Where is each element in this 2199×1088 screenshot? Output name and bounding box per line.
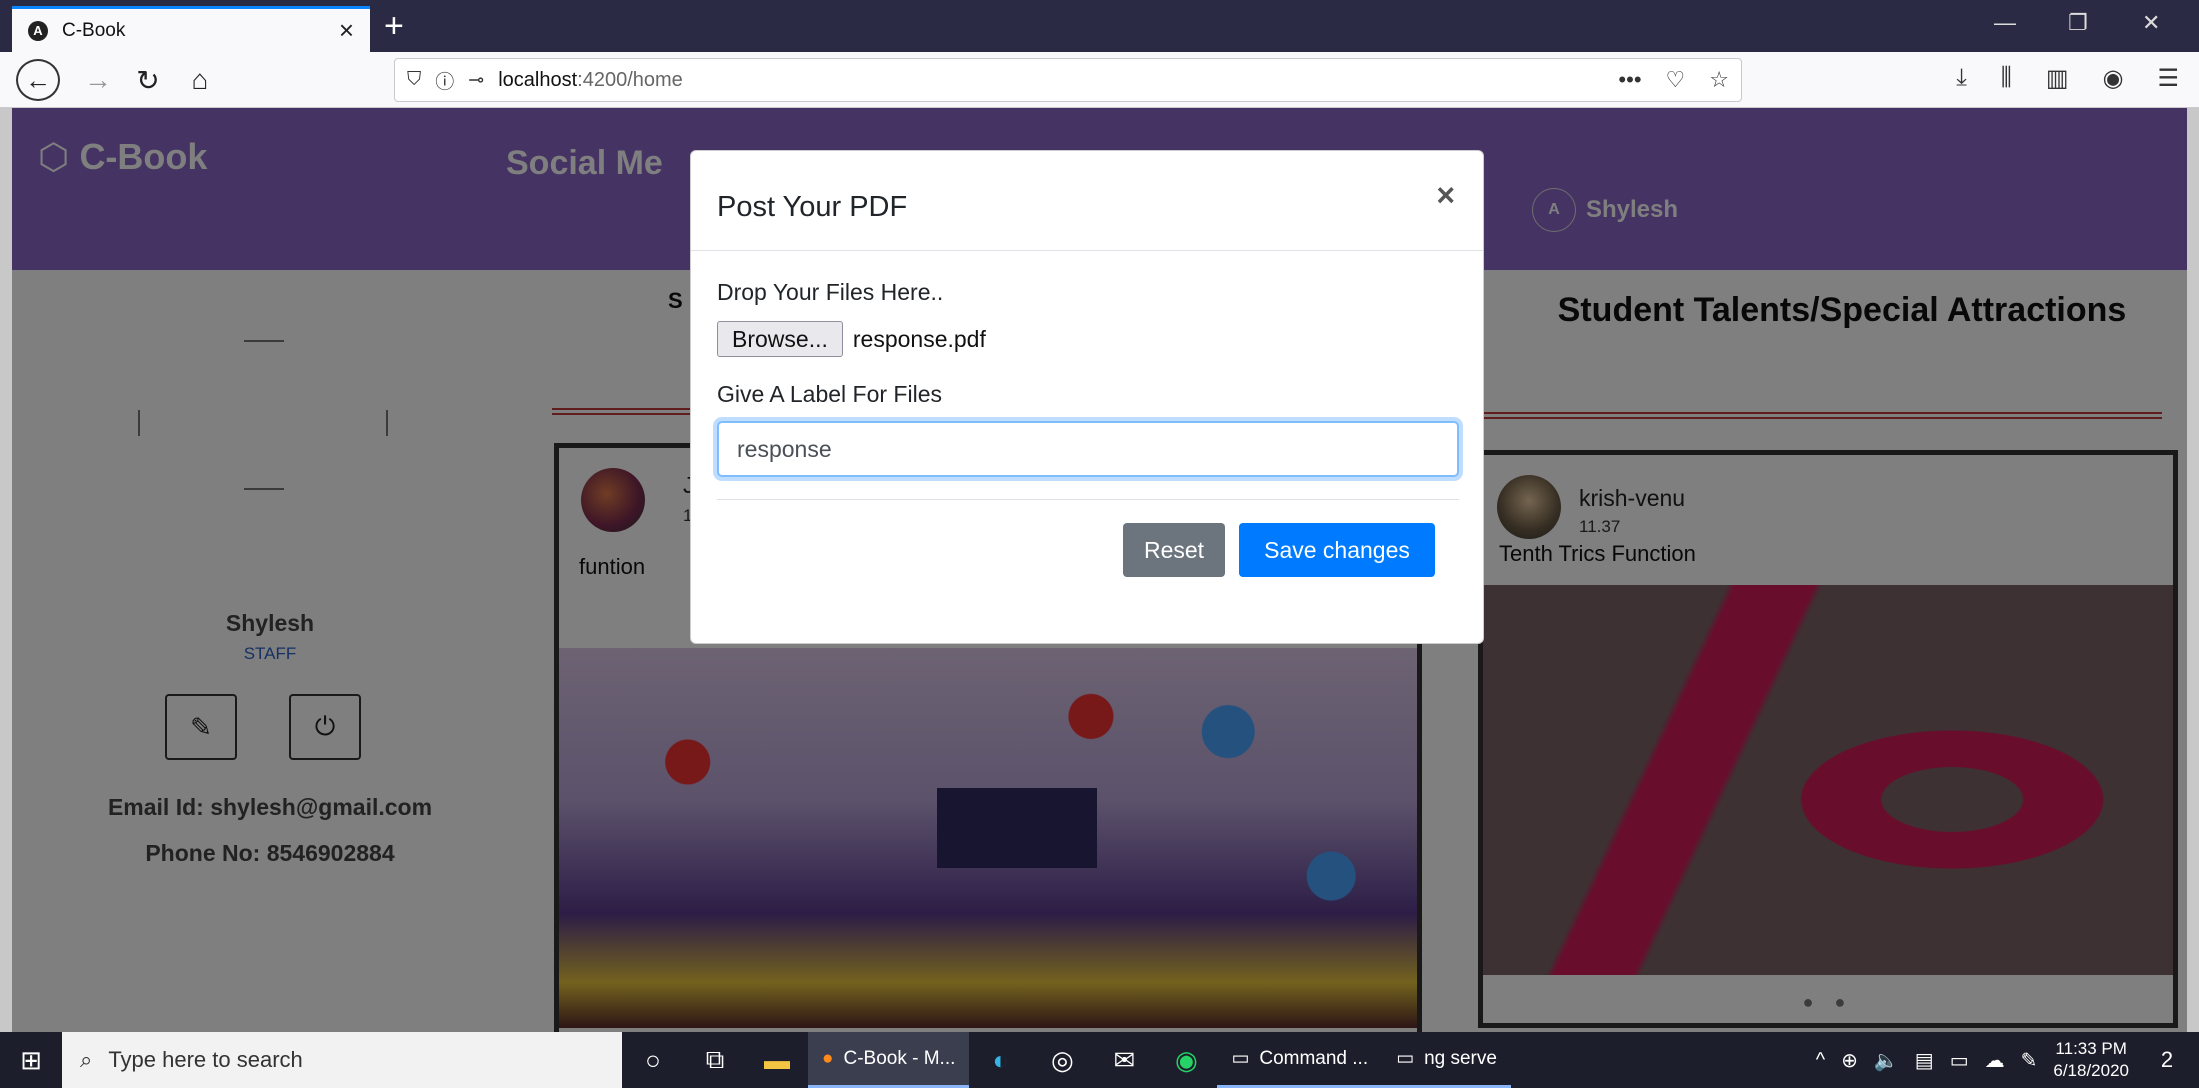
window-restore-button[interactable]: ❐: [2068, 10, 2088, 36]
taskbar-search-placeholder: Type here to search: [108, 1047, 303, 1072]
whatsapp-icon[interactable]: ◉: [1155, 1032, 1217, 1088]
window-minimize-button[interactable]: —: [1994, 10, 2016, 36]
chrome-icon[interactable]: ◎: [1031, 1032, 1093, 1088]
hamburger-menu-icon[interactable]: ☰: [2157, 64, 2179, 93]
tracking-shield-icon[interactable]: ⛉: [407, 69, 421, 91]
cortana-icon[interactable]: ○: [622, 1032, 684, 1088]
file-explorer-icon[interactable]: ▬: [746, 1032, 808, 1088]
sidebar-toggle-icon[interactable]: ▥: [2046, 64, 2069, 93]
save-changes-button[interactable]: Save changes: [1239, 523, 1435, 577]
new-tab-button[interactable]: +: [384, 6, 404, 46]
file-input[interactable]: Browse... response.pdf: [717, 321, 986, 357]
command-prompt-icon: ▭: [1231, 1048, 1250, 1069]
volume-icon[interactable]: 🔈: [1874, 1048, 1899, 1073]
windows-start-icon[interactable]: ⊞: [0, 1032, 62, 1088]
url-host: localhost: [498, 68, 578, 91]
task-view-icon[interactable]: ⧉: [684, 1032, 746, 1088]
modal-title: Post Your PDF: [717, 191, 908, 223]
library-icon[interactable]: ⫼: [2001, 64, 2012, 93]
drop-files-label: Drop Your Files Here..: [717, 279, 944, 305]
window-close-button[interactable]: ✕: [2142, 10, 2160, 36]
reload-icon[interactable]: ↻: [130, 58, 166, 102]
url-path: :4200/home: [577, 68, 683, 91]
modal-divider: [717, 499, 1459, 500]
downloads-icon[interactable]: ⤓: [1956, 64, 1967, 93]
mail-icon[interactable]: ✉: [1093, 1032, 1155, 1088]
angular-favicon-icon: A: [28, 20, 48, 41]
key-icon[interactable]: ⊸: [468, 69, 484, 92]
pen-icon[interactable]: ✎: [2021, 1048, 2038, 1073]
pocket-icon[interactable]: ♡: [1666, 67, 1686, 93]
network-icon[interactable]: ▤: [1915, 1048, 1934, 1073]
taskbar-app-label: ng serve: [1424, 1047, 1497, 1069]
account-icon[interactable]: ◉: [2103, 64, 2124, 93]
file-label-prompt: Give A Label For Files: [717, 381, 942, 407]
taskbar-app-label: C-Book - M...: [843, 1047, 956, 1069]
site-info-icon[interactable]: ⓘ: [435, 67, 454, 94]
clock-date: 6/18/2020: [2053, 1061, 2129, 1080]
clock-time: 11:33 PM: [2055, 1039, 2127, 1058]
battery-icon[interactable]: ▭: [1950, 1048, 1969, 1073]
firefox-icon: ●: [822, 1047, 834, 1069]
taskbar-clock[interactable]: 11:33 PM 6/18/2020: [2053, 1038, 2129, 1082]
windows-taskbar: ⊞ ⌕ Type here to search ○ ⧉ ▬ ● C-Book -…: [0, 1032, 2199, 1088]
browser-tabbar: A C-Book × + — ❐ ✕: [0, 0, 2199, 52]
taskbar-app-command-prompt[interactable]: ▭ Command ...: [1217, 1032, 1383, 1088]
onedrive-icon[interactable]: ☁: [1985, 1048, 2005, 1073]
search-icon: ⌕: [80, 1047, 93, 1072]
bookmark-star-icon[interactable]: ☆: [1709, 67, 1729, 93]
selected-file-name: response.pdf: [852, 325, 986, 352]
edge-icon[interactable]: ◐: [969, 1032, 1031, 1088]
taskbar-search[interactable]: ⌕ Type here to search: [62, 1032, 622, 1088]
browser-tab[interactable]: A C-Book ×: [12, 6, 370, 52]
taskbar-app-firefox[interactable]: ● C-Book - M...: [808, 1032, 970, 1088]
browse-button[interactable]: Browse...: [717, 321, 843, 357]
back-arrow-icon[interactable]: ←: [16, 59, 60, 101]
system-tray: ^ ⊕ 🔈 ▤ ▭ ☁ ✎ 11:33 PM 6/18/2020 2: [1816, 1038, 2199, 1082]
taskbar-app-ng-serve[interactable]: ▭ ng serve: [1382, 1032, 1511, 1088]
post-pdf-modal: Post Your PDF × Drop Your Files Here.. B…: [690, 150, 1484, 644]
modal-header: Post Your PDF ×: [691, 151, 1483, 251]
home-icon[interactable]: ⌂: [180, 58, 220, 102]
modal-close-button[interactable]: ×: [1436, 177, 1455, 214]
taskbar-app-label: Command ...: [1259, 1047, 1369, 1069]
reset-button[interactable]: Reset: [1123, 523, 1225, 577]
notification-count: 2: [2160, 1047, 2174, 1072]
file-label-input[interactable]: [717, 421, 1459, 477]
tab-close-button[interactable]: ×: [339, 15, 354, 46]
forward-arrow-icon[interactable]: →: [80, 58, 116, 102]
page-actions-icon[interactable]: •••: [1618, 67, 1641, 93]
terminal-icon: ▭: [1396, 1048, 1415, 1069]
url-bar[interactable]: ⛉ ⓘ ⊸ localhost:4200/home ••• ♡ ☆: [394, 58, 1742, 102]
browser-navbar: ← → ↻ ⌂ ⛉ ⓘ ⊸ localhost:4200/home ••• ♡ …: [0, 52, 2199, 108]
action-center-icon[interactable]: 2: [2145, 1038, 2189, 1082]
tab-title: C-Book: [62, 19, 126, 41]
language-icon[interactable]: ⊕: [1841, 1048, 1858, 1073]
show-hidden-icons-icon[interactable]: ^: [1816, 1049, 1825, 1072]
